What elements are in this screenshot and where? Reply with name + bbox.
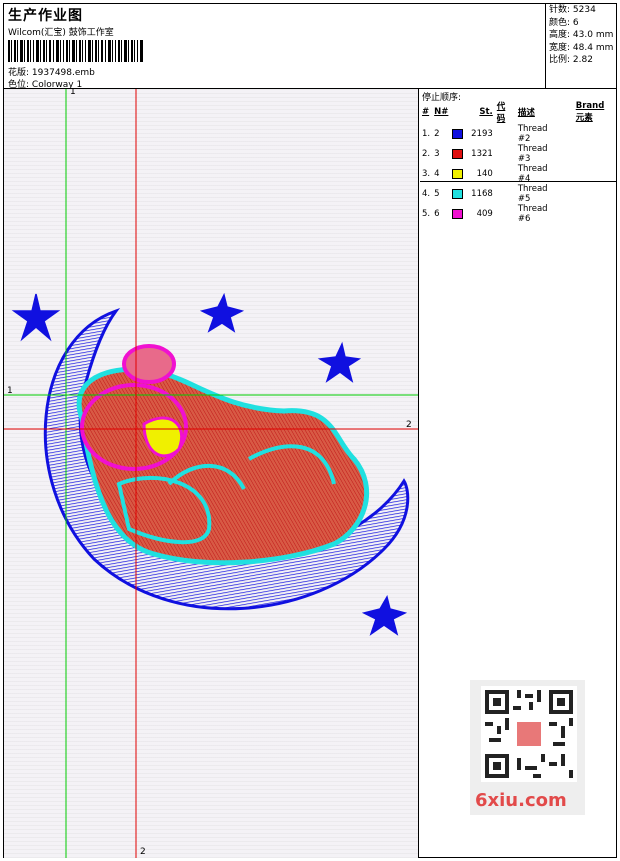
col-header-st: St. bbox=[479, 107, 493, 117]
green-axis-left-label: 1 bbox=[7, 386, 13, 396]
color-swatch bbox=[452, 168, 464, 179]
embroidery-preview bbox=[4, 89, 418, 858]
star-shape bbox=[11, 293, 61, 342]
row-brand bbox=[558, 124, 617, 144]
row-n: 3 bbox=[434, 149, 440, 159]
table-row: 2. 3 1321 Thread #3 bbox=[420, 144, 617, 164]
qr-code-icon bbox=[481, 686, 577, 782]
col-header-num: # bbox=[422, 107, 430, 117]
row-desc: Thread #5 bbox=[517, 184, 548, 204]
watermark-site: 6xiu.com bbox=[475, 790, 567, 811]
row-brand bbox=[558, 204, 617, 224]
row-brand bbox=[558, 164, 617, 184]
row-desc: Thread #6 bbox=[517, 204, 548, 224]
row-stitches: 140 bbox=[476, 169, 493, 179]
row-n: 2 bbox=[434, 129, 440, 139]
row-stitches: 2193 bbox=[471, 129, 493, 139]
studio-name: Wilcom(汇宝) 鼓饰工作室 bbox=[8, 28, 114, 38]
table-row: 5. 6 409 Thread #6 bbox=[420, 204, 617, 224]
stop-sequence-table: # N# St. 代码 描述 Brand 元素 1. 2 2193 Thread #2… bbox=[420, 100, 617, 224]
green-axis-top-label: 1 bbox=[70, 89, 76, 97]
stat-stitches: 针数: 5234 bbox=[549, 5, 596, 15]
row-n: 5 bbox=[434, 189, 440, 199]
row-swatch bbox=[450, 204, 465, 224]
row-code bbox=[495, 184, 512, 204]
row-swatch bbox=[450, 124, 465, 144]
page-title: 生产作业图 bbox=[8, 8, 83, 24]
table-row: 3. 4 140 Thread #4 bbox=[420, 164, 617, 184]
row-code bbox=[495, 164, 512, 184]
stat-scale: 比例: 2.82 bbox=[549, 55, 593, 65]
col-header-desc: 描述 bbox=[517, 108, 535, 118]
row-num: 5. bbox=[422, 209, 431, 219]
table-row: 1. 2 2193 Thread #2 bbox=[420, 124, 617, 144]
row-desc: Thread #3 bbox=[517, 144, 548, 164]
star-shape bbox=[199, 292, 245, 333]
table-header-row: # N# St. 代码 描述 Brand 元素 bbox=[420, 100, 617, 124]
row-code bbox=[495, 144, 512, 164]
row-code bbox=[495, 124, 512, 144]
row-brand bbox=[558, 184, 617, 204]
col-header-swatch bbox=[450, 100, 465, 124]
header: 生产作业图 Wilcom(汇宝) 鼓饰工作室 花版: 1937498.emb 色… bbox=[4, 4, 544, 90]
color-swatch bbox=[452, 188, 464, 199]
row-num: 2. bbox=[422, 149, 431, 159]
star-shape bbox=[317, 341, 362, 383]
row-desc: Thread #4 bbox=[517, 164, 548, 184]
red-axis-bottom-label: 2 bbox=[140, 847, 146, 857]
barcode-icon bbox=[8, 40, 143, 62]
red-axis-right-label: 2 bbox=[406, 420, 412, 430]
col-header-code: 代码 bbox=[496, 102, 506, 124]
bear-head-shape bbox=[80, 344, 188, 471]
color-swatch bbox=[452, 208, 464, 219]
row-num: 3. bbox=[422, 169, 431, 179]
row-num: 4. bbox=[422, 189, 431, 199]
row-code bbox=[495, 204, 512, 224]
stat-colors: 颜色: 6 bbox=[549, 17, 579, 28]
row-num: 1. bbox=[422, 129, 431, 139]
stat-width: 宽度: 48.4 mm bbox=[549, 42, 614, 53]
col-header-n: N# bbox=[434, 107, 449, 117]
row-desc: Thread #2 bbox=[517, 124, 548, 144]
design-canvas[interactable]: 1 1 2 2 bbox=[4, 89, 419, 858]
stat-height: 高度: 43.0 mm bbox=[549, 30, 614, 40]
row-brand bbox=[558, 144, 617, 164]
color-swatch bbox=[452, 128, 464, 139]
stop-sequence-panel: 停止顺序: # N# St. 代码 描述 Brand 元素 1. 2 2193 Thr… bbox=[420, 89, 617, 224]
color-swatch bbox=[452, 148, 464, 159]
table-row: 4. 5 1168 Thread #5 bbox=[420, 184, 617, 204]
row-swatch bbox=[450, 144, 465, 164]
stats-panel: 针数: 5234 颜色: 6 高度: 43.0 mm 宽度: 48.4 mm 比… bbox=[545, 4, 617, 88]
row-n: 4 bbox=[434, 169, 440, 179]
row-stitches: 409 bbox=[476, 209, 493, 219]
col-header-brand: Brand 元素 bbox=[575, 101, 605, 123]
row-swatch bbox=[450, 164, 465, 184]
row-n: 6 bbox=[434, 209, 440, 219]
row-stitches: 1321 bbox=[471, 149, 493, 159]
star-shape bbox=[361, 595, 408, 636]
row-swatch bbox=[450, 184, 465, 204]
row-stitches: 1168 bbox=[471, 189, 493, 199]
